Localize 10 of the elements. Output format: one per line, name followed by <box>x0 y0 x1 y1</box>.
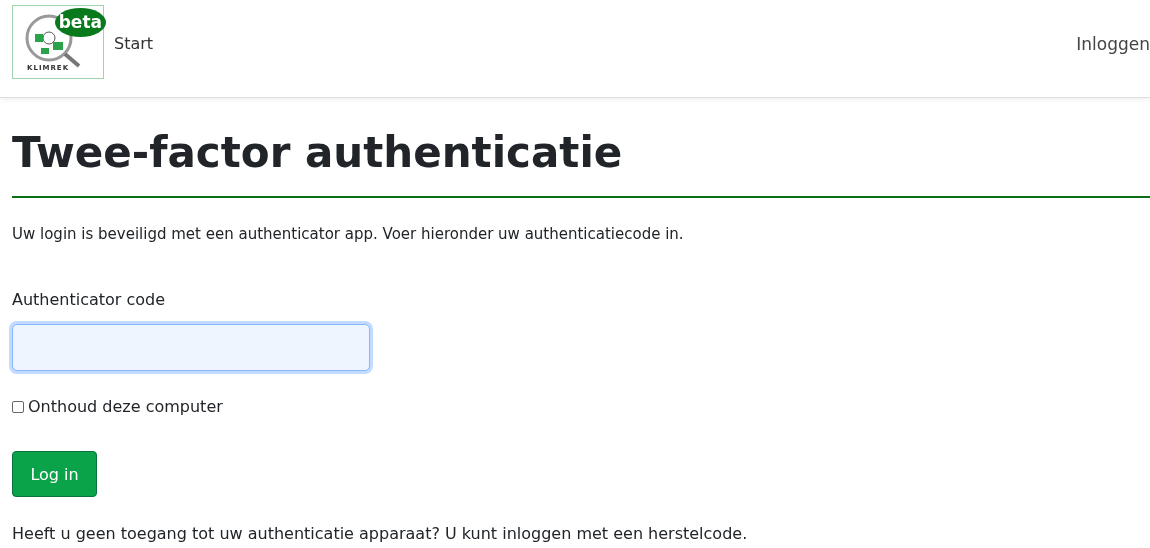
beta-badge: beta <box>54 7 106 37</box>
checkbox-label[interactable]: Onthoud deze computer <box>28 397 223 417</box>
code-field[interactable] <box>12 324 370 372</box>
login-link[interactable]: Inloggen <box>1076 33 1150 54</box>
field-label: Authenticator code <box>12 290 167 310</box>
page-title: Twee-factor authenticatie <box>12 128 1150 199</box>
intro-text: Uw login is beveiligd met een authenticator app. Voer hieronder uw authenticatiecode in. <box>12 225 685 244</box>
nav-link[interactable]: Start <box>114 34 154 53</box>
recovery-text: Heeft u geen toegang tot uw authenticatie apparaat? U kunt inloggen met een herstelcode. <box>12 524 749 544</box>
checkbox[interactable] <box>12 400 24 413</box>
